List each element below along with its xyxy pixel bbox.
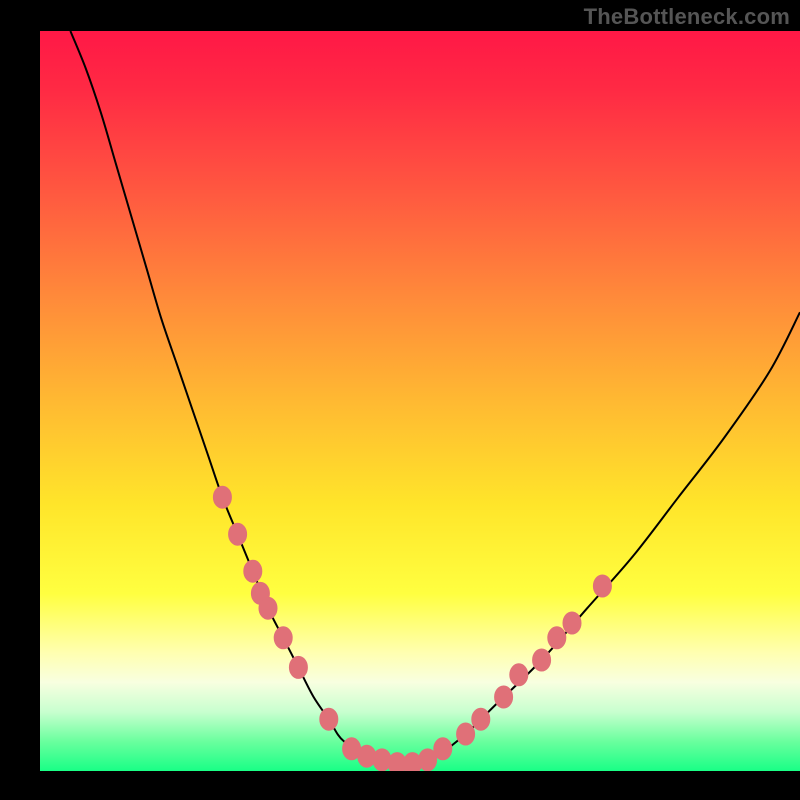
plot-area (40, 31, 800, 771)
data-marker (213, 486, 231, 508)
data-marker (510, 664, 528, 686)
data-marker (472, 708, 490, 730)
data-marker (563, 612, 581, 634)
data-marker (259, 597, 277, 619)
data-marker (244, 560, 262, 582)
data-marker (229, 523, 247, 545)
watermark-text: TheBottleneck.com (584, 4, 790, 30)
marker-group (213, 486, 611, 771)
data-marker (289, 656, 307, 678)
data-marker (533, 649, 551, 671)
bottleneck-curve (70, 31, 800, 764)
data-marker (457, 723, 475, 745)
curve-overlay (40, 31, 800, 771)
data-marker (548, 627, 566, 649)
data-marker (434, 738, 452, 760)
data-marker (274, 627, 292, 649)
chart-frame: TheBottleneck.com (0, 0, 800, 800)
data-marker (593, 575, 611, 597)
data-marker (320, 708, 338, 730)
data-marker (495, 686, 513, 708)
